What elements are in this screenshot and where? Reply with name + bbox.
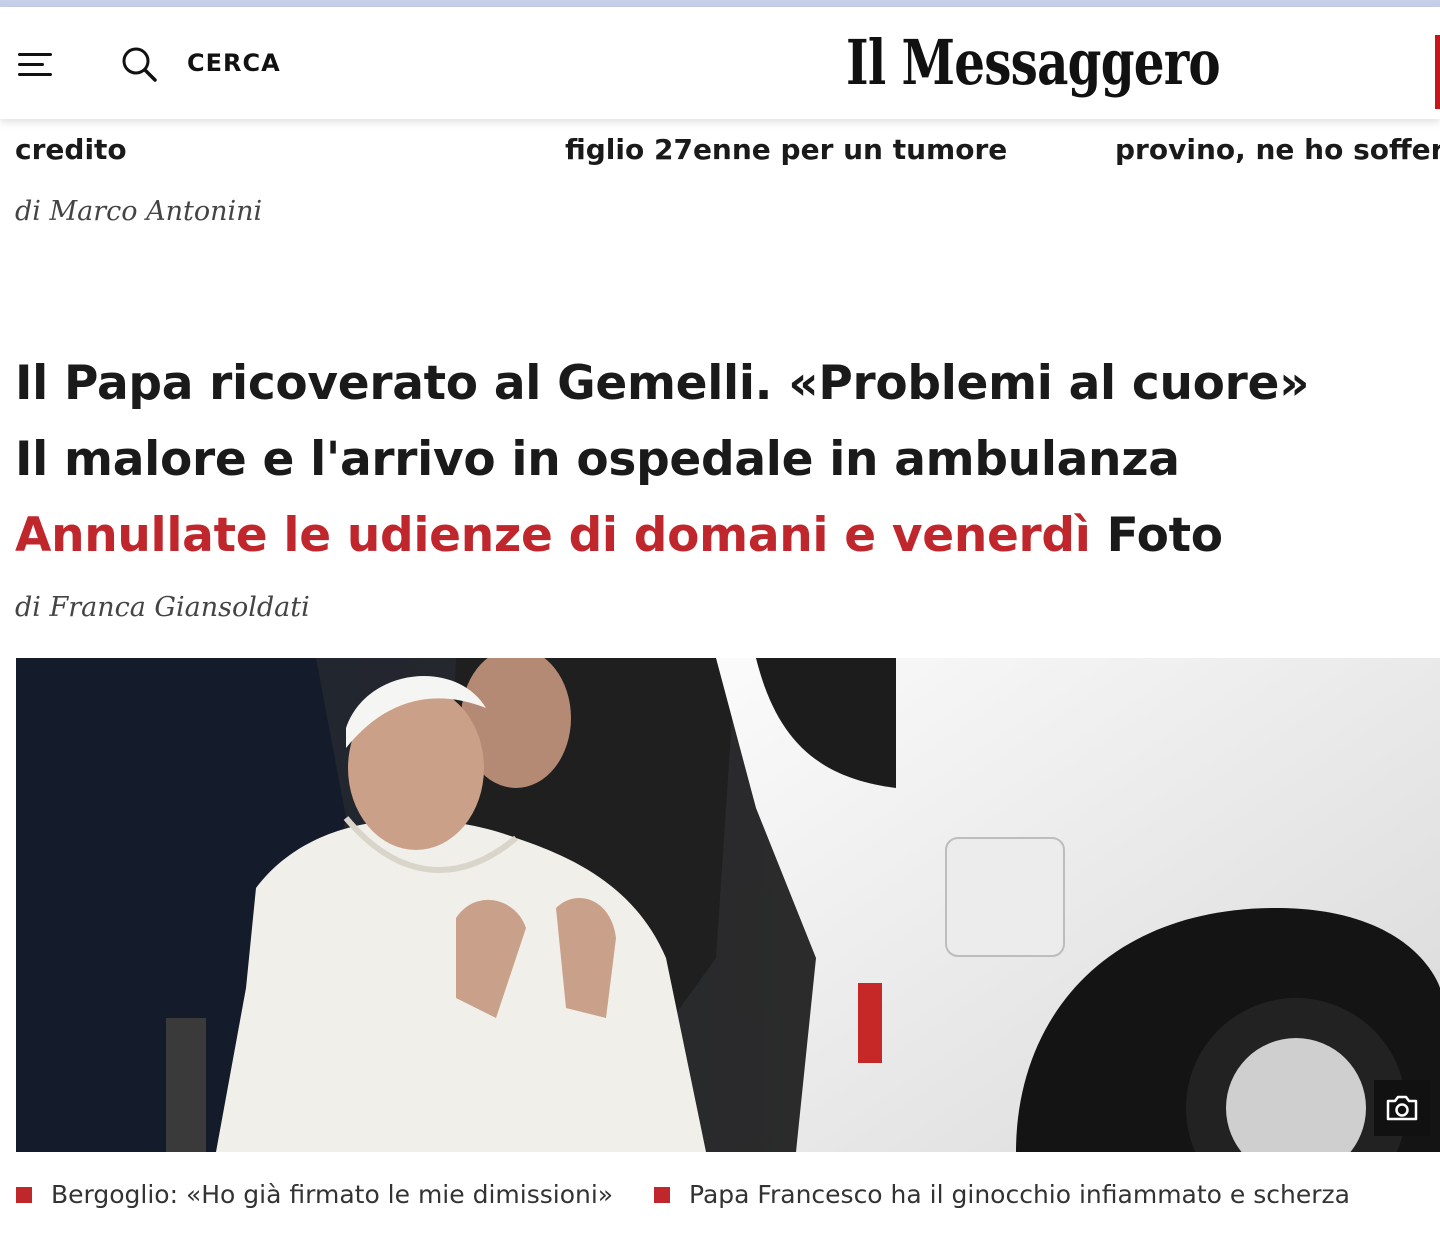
article-title-fragment[interactable]: provino, ne ho soffert <box>1115 132 1440 168</box>
lead-photo[interactable] <box>16 658 1440 1152</box>
subscribe-button-edge[interactable] <box>1435 35 1440 109</box>
article-title-fragment[interactable]: credito <box>15 132 127 168</box>
headline-line: Il malore e l'arrivo in ospedale in ambu… <box>15 432 1180 487</box>
headline-suffix: Foto <box>1106 508 1223 563</box>
browser-top-strip <box>0 0 1440 7</box>
headline-line: Annullate le udienze di domani e venerdì… <box>15 498 1425 574</box>
menu-line <box>18 53 52 56</box>
lead-headline[interactable]: Il Papa ricoverato al Gemelli. «Problemi… <box>15 346 1425 574</box>
hamburger-menu-button[interactable] <box>18 49 54 79</box>
related-link[interactable]: Bergoglio: «Ho già firmato le mie dimiss… <box>16 1180 613 1209</box>
menu-line <box>18 63 44 66</box>
site-header: CERCA Il Messaggero <box>0 7 1440 119</box>
search-icon[interactable] <box>118 43 160 85</box>
bullet-square-icon <box>654 1186 670 1203</box>
menu-line <box>18 73 52 76</box>
related-link-text: Papa Francesco ha il ginocchio infiammat… <box>689 1180 1350 1209</box>
headline-highlight: Annullate le udienze di domani e venerdì <box>15 508 1091 563</box>
related-link-text: Bergoglio: «Ho già firmato le mie dimiss… <box>51 1180 614 1209</box>
bullet-square-icon <box>16 1186 32 1203</box>
camera-icon[interactable] <box>1374 1080 1430 1136</box>
related-link[interactable]: Papa Francesco ha il ginocchio infiammat… <box>654 1180 1350 1209</box>
author-byline: di Marco Antonini <box>15 196 263 227</box>
article-title-fragment[interactable]: figlio 27enne per un tumore <box>565 132 1007 168</box>
author-byline: di Franca Giansoldati <box>15 592 310 623</box>
search-label[interactable]: CERCA <box>187 47 281 79</box>
site-logo[interactable]: Il Messaggero <box>846 23 1221 103</box>
headline-line: Il Papa ricoverato al Gemelli. «Problemi… <box>15 356 1310 411</box>
